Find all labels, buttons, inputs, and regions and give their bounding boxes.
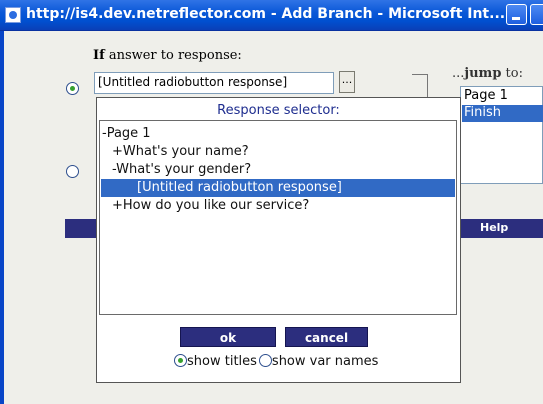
show-var-names-label[interactable]: show var names <box>272 354 379 369</box>
popup-title: Response selector: <box>217 103 340 118</box>
alternate-radio[interactable] <box>66 165 79 178</box>
tree-node-page-1[interactable]: -Page 1 <box>102 125 151 143</box>
ie-page-icon <box>5 7 21 23</box>
tree-node-radiobutton-response[interactable]: [Untitled radiobutton response] <box>101 179 455 197</box>
answer-response-field[interactable]: [Untitled radiobutton response] <box>94 72 334 94</box>
window-title: http://is4.dev.netreflector.com - Add Br… <box>26 6 506 22</box>
jump-target-finish[interactable]: Finish <box>462 105 543 122</box>
show-titles-radio[interactable] <box>174 354 187 367</box>
connector-line <box>412 74 428 75</box>
maximize-button[interactable] <box>530 4 543 25</box>
browse-response-button[interactable]: ... <box>339 71 355 93</box>
jump-to-label: ...jump to: <box>452 66 523 81</box>
tree-node-gender[interactable]: -What's your gender? <box>112 161 251 179</box>
help-label[interactable]: Help <box>480 221 508 234</box>
tree-node-name[interactable]: +What's your name? <box>112 143 249 161</box>
if-answer-label: If answer to response: <box>93 48 242 63</box>
jump-target-list[interactable]: Page 1 Finish <box>460 86 543 184</box>
window-left-border <box>0 31 4 404</box>
action-bar-left <box>65 219 98 238</box>
show-var-names-radio[interactable] <box>258 354 272 367</box>
answer-radio[interactable] <box>66 82 79 95</box>
tree-node-service[interactable]: +How do you like our service? <box>112 197 309 215</box>
display-options: show titles show var names <box>174 354 378 369</box>
show-titles-label[interactable]: show titles <box>187 354 257 369</box>
cancel-button[interactable]: cancel <box>285 327 368 347</box>
minimize-button[interactable] <box>506 4 527 25</box>
response-tree[interactable]: -Page 1 +What's your name? -What's your … <box>99 120 457 315</box>
ok-button[interactable]: ok <box>180 327 276 347</box>
jump-target-page-1[interactable]: Page 1 <box>462 88 543 105</box>
